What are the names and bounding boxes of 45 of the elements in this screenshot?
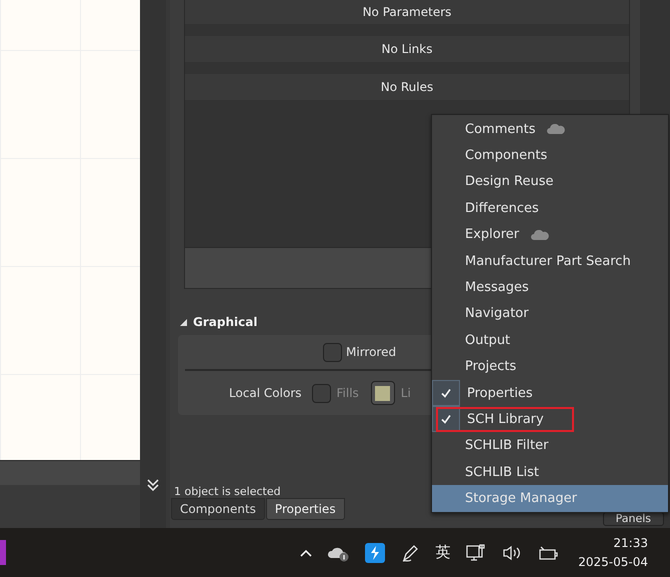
menu-item[interactable]: SCH Library	[435, 406, 575, 433]
menu-item[interactable]: Messages	[432, 274, 668, 301]
menu-item[interactable]: Design Reuse	[432, 168, 668, 196]
panel-tab[interactable]: Components	[171, 498, 265, 520]
cloud-icon	[547, 124, 566, 134]
mirrored-checkbox[interactable]	[323, 342, 342, 362]
battery-icon[interactable]	[537, 544, 560, 562]
horizontal-scrollbar[interactable]	[0, 460, 140, 485]
status-text: 1 object is selected	[173, 485, 282, 498]
menu-item[interactable]: SCHLIB List	[432, 459, 668, 486]
panel-tab[interactable]: Properties	[266, 498, 345, 520]
menu-item[interactable]: Navigator	[432, 300, 668, 328]
fills-checkbox[interactable]	[312, 384, 330, 402]
menu-item[interactable]: Projects	[432, 354, 668, 380]
pen-icon[interactable]	[400, 542, 420, 562]
checkmark-icon[interactable]	[432, 380, 460, 406]
network-monitor-icon[interactable]	[465, 542, 488, 562]
checkmark-icon[interactable]	[432, 406, 460, 432]
empty-list-label: No Parameters	[185, 0, 629, 24]
clock-date[interactable]: 2025-05-04	[578, 552, 648, 572]
menu-item[interactable]: Explorer	[432, 222, 668, 248]
clock-time[interactable]: 21:33	[613, 534, 648, 552]
local-colors-label: Local Colors	[229, 386, 302, 400]
cloud-icon	[531, 230, 550, 240]
menu-item[interactable]: Manufacturer Part Search	[432, 248, 668, 274]
chevron-up-icon[interactable]	[299, 548, 314, 558]
input-method-indicator[interactable]: 英	[435, 543, 450, 562]
mirrored-label: Mirrored	[346, 345, 396, 359]
menu-item[interactable]: Components	[432, 142, 668, 169]
menu-item[interactable]: Properties	[432, 380, 668, 406]
lines-label: Li	[400, 386, 411, 400]
fills-label: Fills	[336, 386, 359, 400]
empty-list-label: No Links	[185, 36, 629, 62]
lightning-app-icon[interactable]	[365, 542, 386, 562]
menu-item[interactable]: Comments	[432, 116, 668, 142]
menu-item[interactable]: SCHLIB Filter	[432, 432, 668, 460]
expand-triangle-icon[interactable]	[180, 318, 187, 326]
panels-button[interactable]: Panels	[602, 512, 664, 526]
speaker-icon[interactable]	[502, 544, 522, 562]
empty-list-label: No Rules	[185, 74, 629, 100]
double-chevron-icon[interactable]	[146, 478, 160, 492]
menu-item[interactable]: Output	[432, 327, 668, 354]
section-title: Graphical	[193, 315, 258, 329]
menu-item[interactable]: Differences	[432, 195, 668, 222]
color-swatch[interactable]	[370, 381, 395, 405]
